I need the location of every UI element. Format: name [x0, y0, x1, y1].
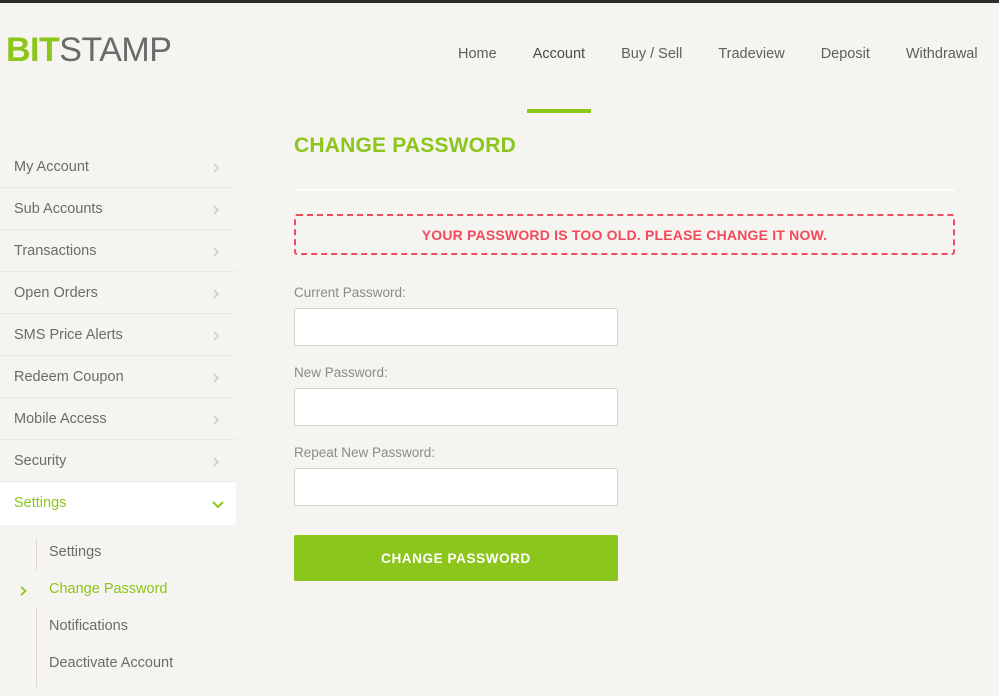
sidebar-item-sms-price-alerts[interactable]: SMS Price Alerts — [0, 314, 236, 356]
sidebar-item-label: Settings — [14, 495, 67, 511]
repeat-new-password-input[interactable] — [294, 468, 618, 506]
submenu-item-notifications[interactable]: Notifications — [0, 607, 236, 644]
submenu-item-label: Change Password — [49, 580, 168, 597]
chevron-right-icon — [210, 413, 222, 425]
submenu-item-change-password[interactable]: Change Password — [0, 570, 236, 607]
account-sidebar: My Account Sub Accounts Transactions Ope… — [0, 146, 236, 687]
chevron-right-icon — [210, 371, 222, 383]
sidebar-item-my-account[interactable]: My Account — [0, 146, 236, 188]
submenu-item-label: Deactivate Account — [49, 654, 174, 671]
sidebar-item-label: Security — [14, 452, 67, 469]
main-content: CHANGE PASSWORD YOUR PASSWORD IS TOO OLD… — [294, 132, 955, 581]
chevron-right-icon — [210, 329, 222, 341]
brand-logo-bit: BIT — [6, 31, 60, 69]
current-password-field-group: Current Password: — [294, 284, 955, 346]
sidebar-item-security[interactable]: Security — [0, 440, 236, 482]
sidebar-item-label: Open Orders — [14, 284, 98, 301]
nav-item-account[interactable]: Account — [515, 41, 603, 113]
change-password-submit-button[interactable]: CHANGE PASSWORD — [294, 535, 618, 581]
sidebar-item-label: Transactions — [14, 242, 97, 259]
sidebar-item-open-orders[interactable]: Open Orders — [0, 272, 236, 314]
sidebar-item-label: Sub Accounts — [14, 200, 103, 217]
nav-item-home[interactable]: Home — [440, 41, 515, 67]
sidebar-item-label: Mobile Access — [14, 410, 107, 427]
repeat-new-password-field-group: Repeat New Password: — [294, 444, 955, 506]
settings-submenu: Settings Change Password Notifications D… — [0, 525, 236, 687]
chevron-right-icon — [210, 287, 222, 299]
chevron-right-icon — [210, 203, 222, 215]
submenu-item-deactivate-account[interactable]: Deactivate Account — [0, 644, 236, 681]
chevron-down-icon — [210, 497, 224, 509]
sidebar-item-sub-accounts[interactable]: Sub Accounts — [0, 188, 236, 230]
current-password-label: Current Password: — [294, 285, 406, 300]
change-password-form: Current Password: New Password: Repeat N… — [294, 284, 955, 581]
main-navigation: Home Account Buy / Sell Tradeview Deposi… — [440, 41, 996, 113]
sidebar-item-transactions[interactable]: Transactions — [0, 230, 236, 272]
nav-item-buy-sell[interactable]: Buy / Sell — [603, 41, 700, 67]
new-password-field-group: New Password: — [294, 364, 955, 426]
submenu-item-label: Notifications — [49, 617, 128, 634]
nav-item-withdrawal[interactable]: Withdrawal — [888, 41, 996, 67]
title-divider — [294, 189, 955, 191]
submenu-item-label: Settings — [49, 543, 102, 560]
brand-logo-stamp: STAMP — [59, 31, 172, 69]
nav-item-deposit[interactable]: Deposit — [803, 41, 888, 67]
password-expired-alert: YOUR PASSWORD IS TOO OLD. PLEASE CHANGE … — [294, 214, 955, 255]
chevron-right-icon — [210, 161, 222, 173]
sidebar-item-label: Redeem Coupon — [14, 368, 124, 385]
sidebar-item-label: My Account — [14, 158, 89, 175]
sidebar-item-label: SMS Price Alerts — [14, 326, 123, 343]
sidebar-item-settings[interactable]: Settings — [0, 482, 236, 525]
sidebar-item-mobile-access[interactable]: Mobile Access — [0, 398, 236, 440]
new-password-label: New Password: — [294, 365, 388, 380]
chevron-right-icon — [210, 455, 222, 467]
alert-message: YOUR PASSWORD IS TOO OLD. PLEASE CHANGE … — [421, 226, 828, 243]
submenu-item-settings[interactable]: Settings — [0, 533, 236, 570]
chevron-right-icon — [18, 583, 29, 596]
sidebar-item-redeem-coupon[interactable]: Redeem Coupon — [0, 356, 236, 398]
nav-item-tradeview[interactable]: Tradeview — [700, 41, 802, 67]
chevron-right-icon — [210, 245, 222, 257]
repeat-new-password-label: Repeat New Password: — [294, 445, 436, 460]
page-title: CHANGE PASSWORD — [294, 134, 516, 157]
page-root: BITSTAMP Home Account Buy / Sell Tradevi… — [0, 0, 999, 696]
new-password-input[interactable] — [294, 388, 618, 426]
site-header: BITSTAMP Home Account Buy / Sell Tradevi… — [0, 3, 999, 113]
current-password-input[interactable] — [294, 308, 618, 346]
brand-logo[interactable]: BITSTAMP — [6, 30, 172, 70]
